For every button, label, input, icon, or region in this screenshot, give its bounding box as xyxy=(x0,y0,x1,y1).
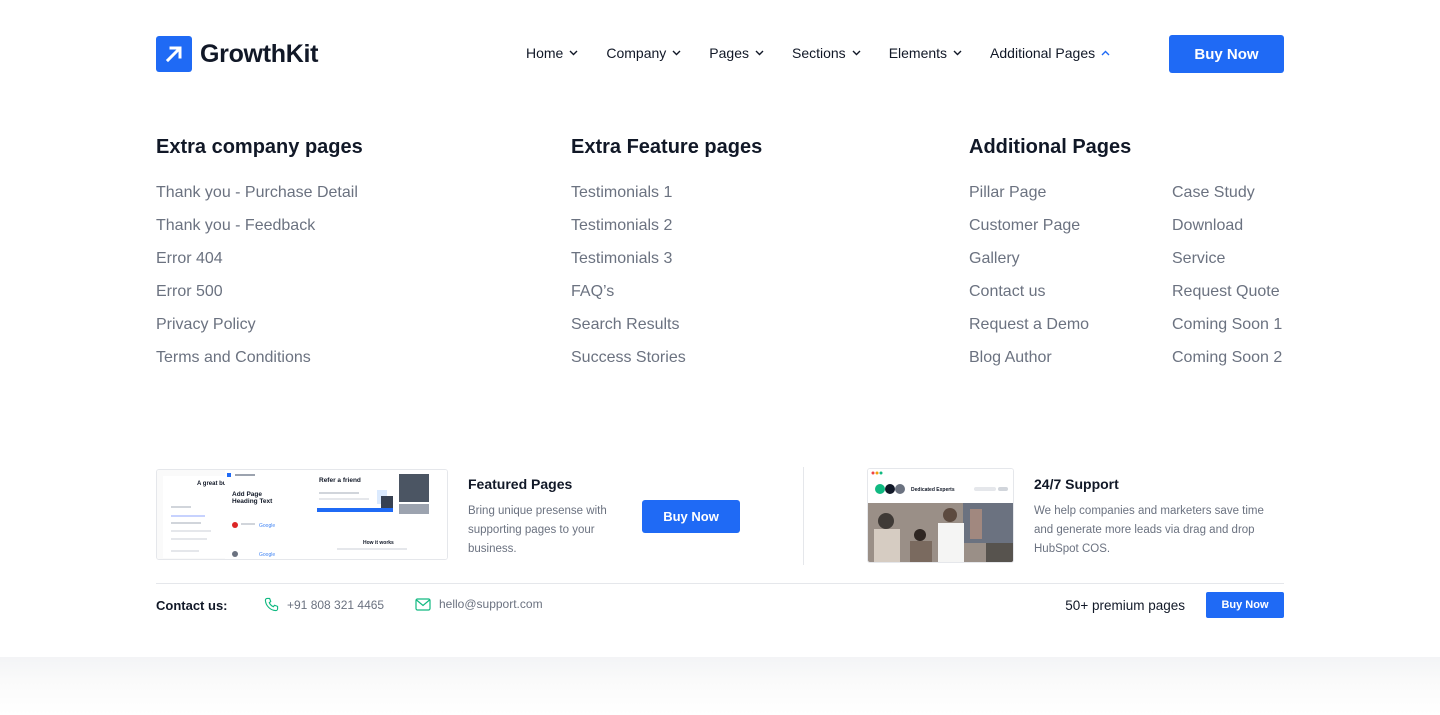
email-address: hello@support.com xyxy=(439,597,543,611)
nav-item-label: Home xyxy=(526,45,564,61)
phone-icon xyxy=(264,597,279,612)
site-header: GrowthKit Home Company Pages Sections El… xyxy=(156,35,1284,73)
support-thumbnail: Dedicated Experts xyxy=(867,468,1014,563)
menu-link[interactable]: Thank you - Feedback xyxy=(156,216,363,236)
promo-description: Bring unique presense with supporting pa… xyxy=(468,505,607,555)
thumb-text: How it works xyxy=(363,540,394,546)
chevron-down-icon xyxy=(852,50,861,56)
link-list: Testimonials 1 Testimonials 2 Testimonia… xyxy=(571,183,762,368)
menu-link[interactable]: Customer Page xyxy=(969,216,1172,236)
column-title: Additional Pages xyxy=(969,136,1132,158)
nav-item-additional-pages[interactable]: Additional Pages xyxy=(990,45,1110,61)
link-list: Pillar Page Customer Page Gallery Contac… xyxy=(969,183,1172,381)
chevron-up-icon xyxy=(1101,50,1110,56)
nav-item-sections[interactable]: Sections xyxy=(792,45,861,61)
email-link[interactable]: hello@support.com xyxy=(415,597,543,611)
phone-number: +91 808 321 4465 xyxy=(287,597,385,612)
footer-buy-now-button[interactable]: Buy Now xyxy=(1206,592,1284,618)
promo-title: 24/7 Support xyxy=(1034,476,1119,492)
nav-item-home[interactable]: Home xyxy=(526,45,578,61)
column-title: Extra company pages xyxy=(156,136,363,158)
logo[interactable]: GrowthKit xyxy=(156,36,318,72)
menu-link[interactable]: Testimonials 3 xyxy=(571,249,762,269)
phone-link[interactable]: +91 808 321 4465 xyxy=(264,597,384,612)
menu-link[interactable]: Error 404 xyxy=(156,249,363,269)
horizontal-divider xyxy=(156,583,1284,584)
nav-item-pages[interactable]: Pages xyxy=(709,45,764,61)
featured-buy-now-button[interactable]: Buy Now xyxy=(642,500,740,533)
nav-item-company[interactable]: Company xyxy=(606,45,681,61)
menu-link[interactable]: Terms and Conditions xyxy=(156,348,363,368)
menu-link[interactable]: Service xyxy=(1172,249,1282,269)
page-background-strip xyxy=(0,657,1440,715)
thumb-text: Add Page xyxy=(232,491,262,498)
buy-now-button[interactable]: Buy Now xyxy=(1169,35,1284,73)
nav-item-label: Elements xyxy=(888,45,948,61)
logo-text: GrowthKit xyxy=(200,39,319,68)
nav-item-elements[interactable]: Elements xyxy=(889,45,962,61)
menu-link[interactable]: Coming Soon 1 xyxy=(1172,315,1282,335)
main-nav: Home Company Pages Sections Elements Add… xyxy=(526,45,1110,61)
thumb-text: Dedicated Experts xyxy=(911,487,955,493)
menu-link[interactable]: Request a Demo xyxy=(969,315,1172,335)
featured-pages-promo: Featured Pages Bring unique presense wit… xyxy=(468,476,628,559)
link-list: Case Study Download Service Request Quot… xyxy=(1172,183,1282,381)
thumb-text: Google xyxy=(259,552,275,558)
link-list: Thank you - Purchase Detail Thank you - … xyxy=(156,183,363,368)
promo-description: We help companies and marketers save tim… xyxy=(1034,505,1264,555)
menu-link[interactable]: Coming Soon 2 xyxy=(1172,348,1282,368)
thumb-text: Refer a friend xyxy=(319,477,361,484)
arrow-up-right-icon xyxy=(156,36,192,72)
column-title: Extra Feature pages xyxy=(571,136,763,158)
nav-item-label: Additional Pages xyxy=(990,45,1096,61)
nav-item-label: Sections xyxy=(791,45,846,61)
menu-link[interactable]: Gallery xyxy=(969,249,1172,269)
menu-link[interactable]: Contact us xyxy=(969,282,1172,302)
premium-pages-text: 50+ premium pages xyxy=(1065,598,1185,613)
chevron-down-icon xyxy=(569,50,578,56)
menu-link[interactable]: Testimonials 1 xyxy=(571,183,762,203)
chevron-down-icon xyxy=(953,50,962,56)
promo-title: Featured Pages xyxy=(468,476,573,492)
chevron-down-icon xyxy=(672,50,681,56)
vertical-divider xyxy=(803,467,804,565)
contact-label: Contact us: xyxy=(156,598,228,613)
menu-link[interactable]: Request Quote xyxy=(1172,282,1282,302)
menu-link[interactable]: Download xyxy=(1172,216,1282,236)
menu-link[interactable]: Testimonials 2 xyxy=(571,216,762,236)
feature-pages-column: Extra Feature pages Testimonials 1 Testi… xyxy=(571,136,762,381)
additional-pages-column: Additional Pages Pillar Page Customer Pa… xyxy=(969,136,1282,381)
menu-link[interactable]: FAQ’s xyxy=(571,282,762,302)
menu-link[interactable]: Error 500 xyxy=(156,282,363,302)
mail-icon xyxy=(415,597,431,611)
menu-link[interactable]: Success Stories xyxy=(571,348,762,368)
support-promo: 24/7 Support We help companies and marke… xyxy=(1034,476,1286,559)
featured-pages-thumbnail: A great bu Add Page Heading Text Google … xyxy=(156,469,448,560)
menu-footer: Contact us: +91 808 321 4465 hello@suppo… xyxy=(156,592,1284,618)
nav-item-label: Pages xyxy=(709,45,749,61)
menu-link[interactable]: Thank you - Purchase Detail xyxy=(156,183,363,203)
menu-link[interactable]: Privacy Policy xyxy=(156,315,363,335)
chevron-down-icon xyxy=(755,50,764,56)
menu-link[interactable]: Case Study xyxy=(1172,183,1282,203)
thumb-text: Heading Text xyxy=(232,498,273,505)
company-pages-column: Extra company pages Thank you - Purchase… xyxy=(156,136,363,381)
menu-link[interactable]: Search Results xyxy=(571,315,762,335)
additional-links: Pillar Page Customer Page Gallery Contac… xyxy=(969,183,1282,381)
thumb-text: A great bu xyxy=(197,481,227,487)
menu-link[interactable]: Pillar Page xyxy=(969,183,1172,203)
menu-link[interactable]: Blog Author xyxy=(969,348,1172,368)
nav-item-label: Company xyxy=(606,45,667,61)
thumb-text: Google xyxy=(259,523,275,529)
